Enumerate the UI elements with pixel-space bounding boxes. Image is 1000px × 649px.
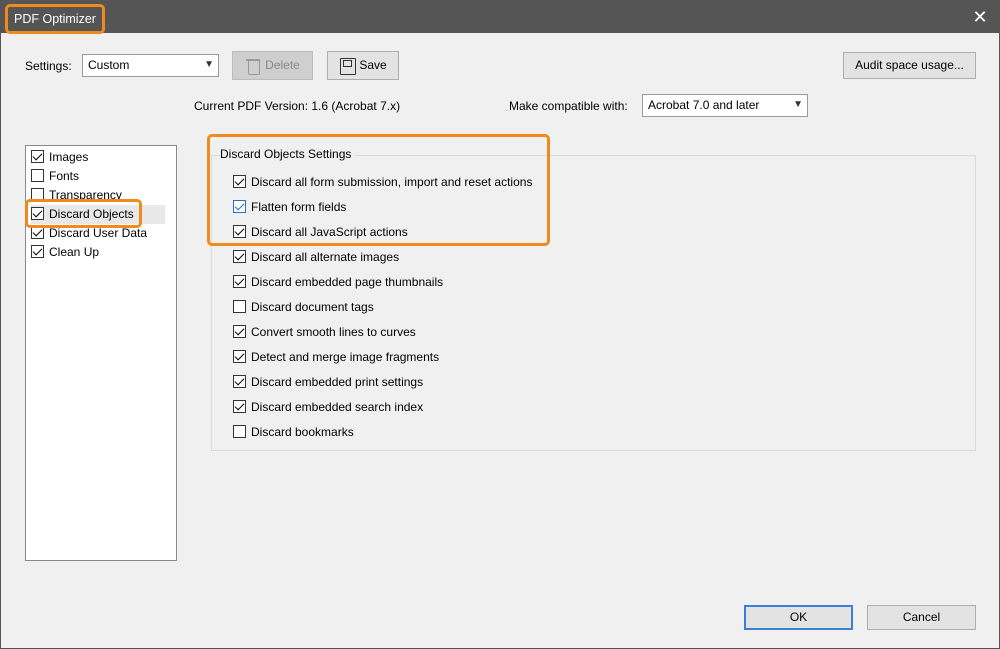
- close-icon[interactable]: ✕: [967, 4, 993, 30]
- category-item-transparency[interactable]: Transparency: [31, 186, 122, 199]
- category-item-clean-up[interactable]: Clean Up: [31, 243, 99, 262]
- compatibility-dropdown-value: Acrobat 7.0 and later: [648, 98, 760, 112]
- option-label: Discard embedded search index: [251, 400, 424, 414]
- option-checkbox[interactable]: [233, 425, 246, 438]
- save-button[interactable]: Save: [327, 51, 399, 80]
- discard-objects-highlight: [25, 199, 142, 228]
- delete-button[interactable]: Delete: [232, 51, 313, 80]
- option-discard-alternate-images[interactable]: Discard all alternate images: [233, 248, 399, 266]
- option-label: Discard all alternate images: [251, 250, 400, 264]
- chevron-down-icon: ▼: [204, 59, 214, 70]
- title-bar: PDF Optimizer ✕: [1, 1, 999, 34]
- option-label: Discard embedded page thumbnails: [251, 275, 444, 289]
- option-label: Discard document tags: [251, 300, 374, 314]
- settings-dropdown[interactable]: Custom ▼: [82, 54, 219, 77]
- option-label: Convert smooth lines to curves: [251, 325, 416, 339]
- option-checkbox[interactable]: [233, 250, 246, 263]
- category-item-fonts[interactable]: Fonts: [31, 167, 79, 186]
- category-checkbox-clean-up[interactable]: [31, 245, 44, 258]
- option-discard-document-tags[interactable]: Discard document tags: [233, 298, 374, 316]
- option-discard-search-index[interactable]: Discard embedded search index: [233, 398, 423, 416]
- trash-icon: [245, 57, 261, 75]
- audit-space-usage-button[interactable]: Audit space usage...: [843, 52, 976, 79]
- settings-dropdown-value: Custom: [88, 58, 130, 72]
- category-label: Fonts: [49, 169, 80, 183]
- option-discard-print-settings[interactable]: Discard embedded print settings: [233, 373, 423, 391]
- category-label: Transparency: [49, 188, 122, 199]
- ok-button[interactable]: OK: [744, 605, 853, 630]
- category-checkbox-fonts[interactable]: [31, 169, 44, 182]
- cancel-button[interactable]: Cancel: [867, 605, 976, 630]
- window-title: PDF Optimizer: [5, 4, 105, 34]
- save-button-label: Save: [359, 58, 387, 72]
- category-label: Images: [49, 150, 89, 164]
- category-checkbox-images[interactable]: [31, 150, 44, 163]
- chevron-down-icon: ▼: [793, 99, 803, 110]
- delete-button-label: Delete: [265, 58, 300, 72]
- option-checkbox[interactable]: [233, 275, 246, 288]
- category-label: Discard User Data: [49, 226, 148, 240]
- option-checkbox[interactable]: [233, 400, 246, 413]
- settings-highlight: [207, 134, 550, 246]
- option-label: Detect and merge image fragments: [251, 350, 440, 364]
- current-pdf-version: Current PDF Version: 1.6 (Acrobat 7.x): [194, 99, 401, 113]
- option-checkbox[interactable]: [233, 375, 246, 388]
- option-convert-smooth-lines[interactable]: Convert smooth lines to curves: [233, 323, 416, 341]
- compatibility-dropdown[interactable]: Acrobat 7.0 and later ▼: [642, 94, 808, 117]
- compatibility-label: Make compatible with:: [509, 99, 628, 113]
- settings-label: Settings:: [25, 59, 72, 73]
- option-label: Discard bookmarks: [251, 425, 354, 439]
- category-label: Clean Up: [49, 245, 100, 259]
- option-label: Discard embedded print settings: [251, 375, 424, 389]
- pdf-optimizer-dialog: PDF Optimizer ✕ Settings: Custom ▼ Delet…: [0, 0, 1000, 649]
- option-merge-image-fragments[interactable]: Detect and merge image fragments: [233, 348, 439, 366]
- category-item-images[interactable]: Images: [31, 148, 88, 167]
- option-discard-page-thumbnails[interactable]: Discard embedded page thumbnails: [233, 273, 443, 291]
- save-disk-icon: [339, 57, 357, 75]
- option-checkbox[interactable]: [233, 325, 246, 338]
- category-checkbox-transparency[interactable]: [31, 188, 44, 199]
- option-checkbox[interactable]: [233, 300, 246, 313]
- option-checkbox[interactable]: [233, 350, 246, 363]
- option-discard-bookmarks[interactable]: Discard bookmarks: [233, 423, 354, 441]
